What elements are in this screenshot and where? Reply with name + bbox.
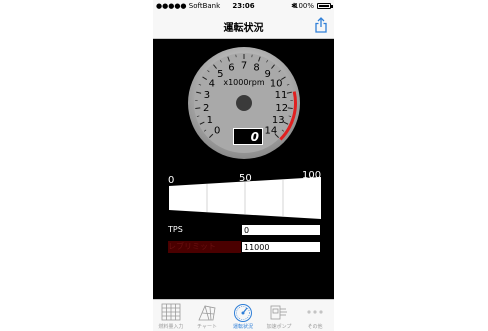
tab-accel-pump[interactable]: 加速ポンプ bbox=[261, 300, 297, 331]
gauge-hub bbox=[236, 95, 252, 111]
pump-icon bbox=[270, 305, 287, 320]
tab-label: 燃料量入力 bbox=[158, 324, 184, 330]
tps-bar-graph: 0 50 100 bbox=[168, 170, 321, 219]
gauge-tick-label: 7 bbox=[241, 61, 247, 72]
tps-scale-mid: 50 bbox=[239, 173, 252, 184]
gauge-tick-label: 1 bbox=[207, 115, 213, 126]
speedometer-icon bbox=[234, 304, 252, 322]
rev-limit-row: レブリミット 11000 bbox=[168, 241, 321, 253]
grid-icon bbox=[161, 303, 181, 321]
tps-label: TPS bbox=[168, 225, 183, 234]
tab-bar: 燃料量入力 チャート 運転状況 加速ポンプ その他 bbox=[153, 299, 334, 331]
odometer-value: 0 bbox=[250, 130, 259, 144]
gauge-tick bbox=[287, 107, 293, 109]
navigation-bar: 運転状況 bbox=[153, 12, 334, 39]
more-icon bbox=[307, 310, 323, 314]
tab-label: 運転状況 bbox=[232, 324, 253, 330]
gauge-tick-label: 6 bbox=[228, 63, 234, 74]
gauge-tick-label: 2 bbox=[203, 103, 209, 114]
battery-percent: 100% bbox=[293, 2, 314, 10]
chart-icon bbox=[198, 305, 216, 321]
rev-limit-label: レブリミット bbox=[168, 241, 241, 253]
status-bar: ●●●●● SoftBank 23:06 ✱ 100% bbox=[153, 0, 334, 12]
tab-driving-status[interactable]: 運転状況 bbox=[225, 300, 261, 331]
tab-label: チャート bbox=[197, 324, 217, 330]
gauge-unit: x1000rpm bbox=[223, 78, 264, 87]
gauge-tick-label: 4 bbox=[209, 78, 215, 89]
tab-fuel-input[interactable]: 燃料量入力 bbox=[153, 300, 189, 331]
gauge-tick-label: 12 bbox=[275, 103, 288, 114]
rev-limit-value-field: 11000 bbox=[241, 241, 321, 253]
app-screen: ●●●●● SoftBank 23:06 ✱ 100% 運転状況 0123456… bbox=[153, 0, 334, 331]
tab-label: 加速ポンプ bbox=[266, 324, 292, 330]
gauge-tick-label: 13 bbox=[272, 115, 285, 126]
tps-row: TPS 0 bbox=[168, 224, 321, 236]
battery-icon bbox=[317, 3, 333, 9]
gauge-tick-label: 3 bbox=[204, 90, 210, 101]
tab-other[interactable]: その他 bbox=[297, 300, 333, 331]
gauge-tick-label: 11 bbox=[275, 90, 288, 101]
odometer-display: 0 bbox=[233, 128, 263, 145]
tab-chart[interactable]: チャート bbox=[189, 300, 225, 331]
tps-value-field: 0 bbox=[241, 224, 321, 236]
tps-scale-max: 100 bbox=[302, 170, 321, 181]
tps-scale-min: 0 bbox=[168, 175, 174, 186]
page-title: 運転状況 bbox=[223, 23, 264, 34]
gauge-tick-label: 8 bbox=[253, 63, 259, 74]
gauge-tick-label: 10 bbox=[270, 78, 283, 89]
share-icon[interactable] bbox=[312, 16, 330, 34]
gauge-tick bbox=[195, 107, 201, 109]
gauge-tick-label: 14 bbox=[265, 125, 278, 136]
tab-label: その他 bbox=[307, 324, 323, 330]
gauge-tick-label: 0 bbox=[214, 125, 220, 136]
